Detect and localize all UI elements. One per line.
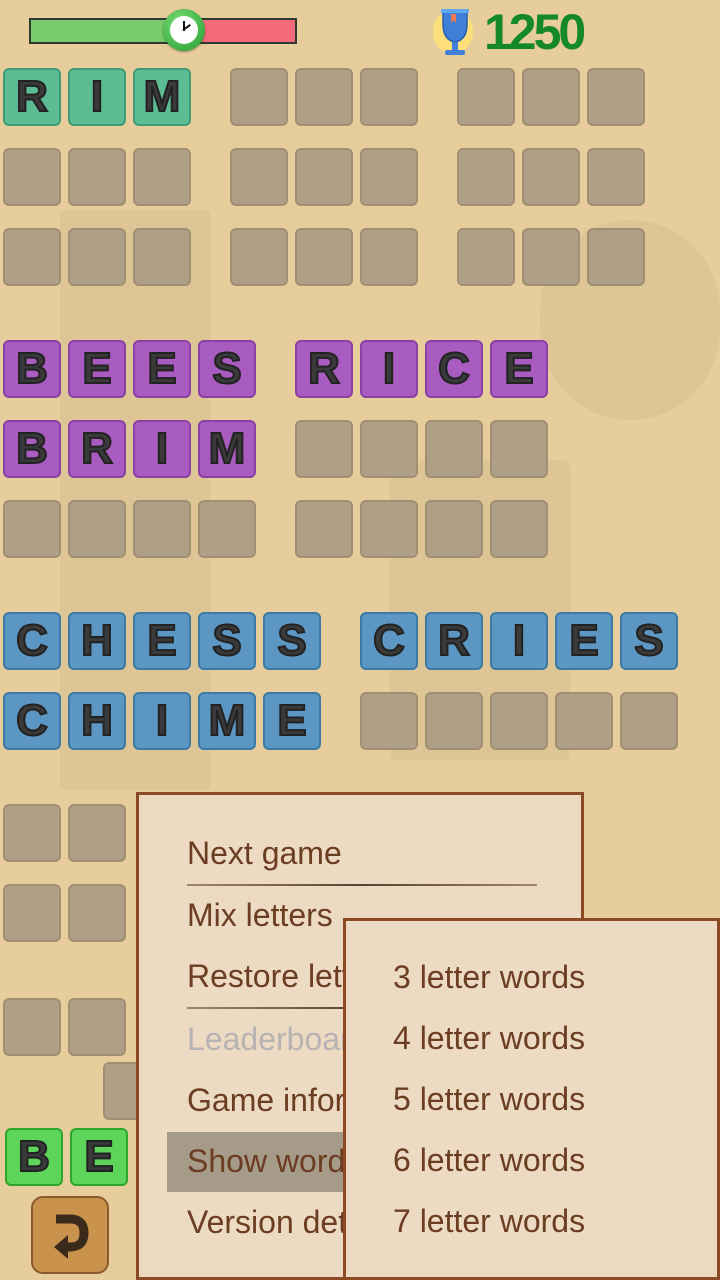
letter-tile: S (198, 340, 256, 398)
input-letter-tile[interactable]: B (5, 1128, 63, 1186)
letter-tile: E (68, 340, 126, 398)
clock-icon (163, 9, 206, 51)
letter-tile: E (133, 612, 191, 670)
submenu-item-7-letter-words[interactable]: 7 letter words (393, 1201, 585, 1241)
menu-item-leaderboard: Leaderboard (187, 1021, 369, 1057)
empty-tile (522, 228, 580, 286)
letter-tile: H (68, 692, 126, 750)
submenu-item-4-letter-words[interactable]: 4 letter words (393, 1018, 585, 1058)
submenu-item-3-letter-words[interactable]: 3 letter words (393, 957, 585, 997)
empty-tile (133, 148, 191, 206)
empty-tile (360, 692, 418, 750)
empty-tile (230, 68, 288, 126)
empty-tile (3, 998, 61, 1056)
empty-tile (360, 148, 418, 206)
letter-tile: S (620, 612, 678, 670)
empty-tile (295, 68, 353, 126)
letter-tile: E (263, 692, 321, 750)
letter-tile: C (360, 612, 418, 670)
letter-tile: I (133, 420, 191, 478)
empty-tile (3, 884, 61, 942)
empty-tile (295, 500, 353, 558)
empty-tile (68, 804, 126, 862)
letter-tile: C (3, 692, 61, 750)
empty-tile (360, 68, 418, 126)
letter-tile: E (490, 340, 548, 398)
menu-item-next-game[interactable]: Next game (187, 833, 342, 873)
empty-tile (457, 228, 515, 286)
letter-tile: R (3, 68, 61, 126)
empty-tile (587, 68, 645, 126)
letter-tile: S (198, 612, 256, 670)
empty-tile (198, 500, 256, 558)
empty-tile (490, 500, 548, 558)
letter-tile: R (425, 612, 483, 670)
letter-tile: C (425, 340, 483, 398)
empty-tile (425, 692, 483, 750)
letter-tile: R (295, 340, 353, 398)
empty-tile (425, 420, 483, 478)
letter-tile: E (555, 612, 613, 670)
trophy-icon (433, 9, 473, 55)
empty-tile (3, 500, 61, 558)
empty-tile (133, 500, 191, 558)
empty-tile (3, 228, 61, 286)
letter-tile: B (3, 420, 61, 478)
empty-tile (295, 420, 353, 478)
empty-tile (587, 148, 645, 206)
letter-tile: C (3, 612, 61, 670)
empty-tile (360, 500, 418, 558)
empty-tile (68, 228, 126, 286)
letter-tile: M (198, 692, 256, 750)
empty-tile (490, 692, 548, 750)
empty-tile (620, 692, 678, 750)
undo-button[interactable] (31, 1196, 109, 1274)
letter-tile: S (263, 612, 321, 670)
letter-tile: B (3, 340, 61, 398)
empty-tile (555, 692, 613, 750)
letter-tile: I (360, 340, 418, 398)
submenu-item-6-letter-words[interactable]: 6 letter words (393, 1140, 585, 1180)
empty-tile (457, 148, 515, 206)
letter-tile: I (133, 692, 191, 750)
empty-tile (587, 228, 645, 286)
empty-tile (360, 420, 418, 478)
empty-tile (68, 148, 126, 206)
empty-tile (457, 68, 515, 126)
menu-item-show-words[interactable]: Show words (187, 1141, 361, 1181)
empty-tile (230, 228, 288, 286)
empty-tile (3, 148, 61, 206)
letter-tile: I (68, 68, 126, 126)
menu-item-mix-letters[interactable]: Mix letters (187, 895, 333, 935)
empty-tile (490, 420, 548, 478)
empty-tile (295, 148, 353, 206)
empty-tile (522, 68, 580, 126)
empty-tile (295, 228, 353, 286)
show-words-submenu: 3 letter words 4 letter words 5 letter w… (343, 918, 720, 1280)
letter-tile: I (490, 612, 548, 670)
timer-bar-fill (31, 20, 185, 42)
empty-tile (360, 228, 418, 286)
letter-tile: H (68, 612, 126, 670)
empty-tile (68, 500, 126, 558)
top-bar: 1250 (0, 0, 720, 64)
empty-tile (68, 884, 126, 942)
score-value: 1250 (484, 4, 586, 60)
empty-tile (68, 998, 126, 1056)
letter-tile: M (198, 420, 256, 478)
empty-tile (133, 228, 191, 286)
empty-tile (230, 148, 288, 206)
empty-tile (522, 148, 580, 206)
input-letter-tile[interactable]: E (70, 1128, 128, 1186)
empty-tile (425, 500, 483, 558)
undo-arrow-icon (54, 1214, 89, 1259)
letter-tile: M (133, 68, 191, 126)
menu-divider (187, 884, 537, 886)
letter-tile: E (133, 340, 191, 398)
letter-tile: R (68, 420, 126, 478)
submenu-item-5-letter-words[interactable]: 5 letter words (393, 1079, 585, 1119)
empty-tile (3, 804, 61, 862)
